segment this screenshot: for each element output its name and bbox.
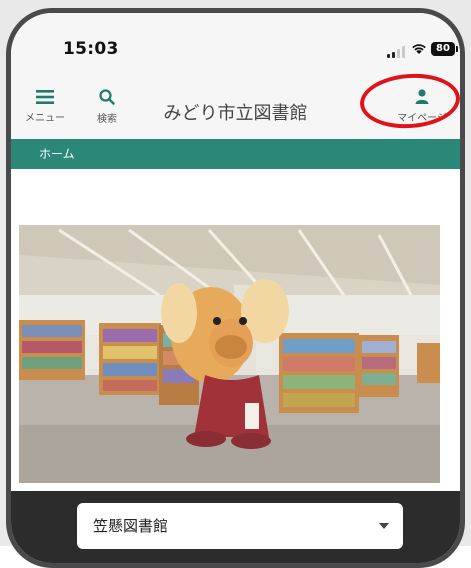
phone-frame: 15:03 80 メニュー 検索 みどり市立図書館 マイページ ホーム 笠懸図書… bbox=[0, 0, 471, 568]
status-time: 15:03 bbox=[63, 39, 119, 59]
wifi-icon bbox=[412, 44, 426, 54]
signal-icon bbox=[387, 46, 407, 58]
breadcrumb-home[interactable]: ホーム bbox=[39, 147, 75, 161]
chevron-down-icon bbox=[379, 523, 389, 529]
library-hero-image bbox=[19, 225, 440, 483]
battery-icon: 80 bbox=[431, 42, 458, 56]
battery-level: 80 bbox=[436, 43, 450, 54]
library-select[interactable]: 笠懸図書館 bbox=[77, 503, 403, 549]
library-select-value: 笠懸図書館 bbox=[93, 517, 169, 535]
library-interior-illustration bbox=[19, 225, 440, 483]
breadcrumb: ホーム bbox=[11, 139, 460, 169]
status-bar: 15:03 80 bbox=[11, 13, 460, 75]
